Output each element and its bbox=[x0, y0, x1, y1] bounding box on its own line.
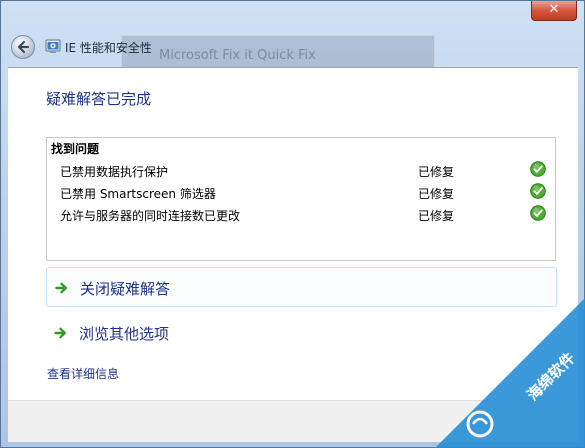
check-icon bbox=[530, 183, 546, 199]
issue-name: 允许与服务器的同时连接数已更改 bbox=[60, 209, 241, 223]
view-details-link[interactable]: 查看详细信息 bbox=[47, 365, 119, 382]
troubleshooter-app-icon bbox=[45, 39, 61, 53]
group-title: 找到问题 bbox=[51, 142, 100, 156]
issue-row: 已禁用数据执行保护 已修复 bbox=[47, 160, 555, 182]
issue-status: 已修复 bbox=[418, 209, 455, 223]
page-heading: 疑难解答已完成 bbox=[46, 90, 152, 108]
issue-name: 已禁用 Smartscreen 筛选器 bbox=[60, 187, 216, 201]
check-icon bbox=[530, 161, 546, 177]
command-label: 关闭疑难解答 bbox=[80, 280, 171, 298]
title-bar: Microsoft Fix it Quick Fix ✕ IE 性能和安全性 bbox=[1, 1, 584, 69]
back-button[interactable] bbox=[11, 35, 35, 59]
issue-row: 已禁用 Smartscreen 筛选器 已修复 bbox=[47, 182, 555, 204]
close-button[interactable]: ✕ bbox=[531, 1, 577, 21]
back-arrow-icon bbox=[17, 40, 30, 54]
check-icon bbox=[530, 205, 546, 221]
command-label: 浏览其他选项 bbox=[79, 325, 170, 343]
issue-row: 允许与服务器的同时连接数已更改 已修复 bbox=[47, 204, 555, 226]
background-window-title: Microsoft Fix it Quick Fix bbox=[159, 48, 316, 63]
issue-name: 已禁用数据执行保护 bbox=[60, 165, 169, 179]
issue-status: 已修复 bbox=[418, 187, 455, 201]
green-arrow-icon bbox=[55, 282, 67, 294]
problems-found-group: 找到问题 已禁用数据执行保护 已修复 已禁用 Smartscreen 筛选器 已… bbox=[46, 137, 556, 261]
green-arrow-icon bbox=[54, 327, 66, 339]
issue-status: 已修复 bbox=[418, 165, 455, 179]
window-title: IE 性能和安全性 bbox=[65, 41, 152, 55]
